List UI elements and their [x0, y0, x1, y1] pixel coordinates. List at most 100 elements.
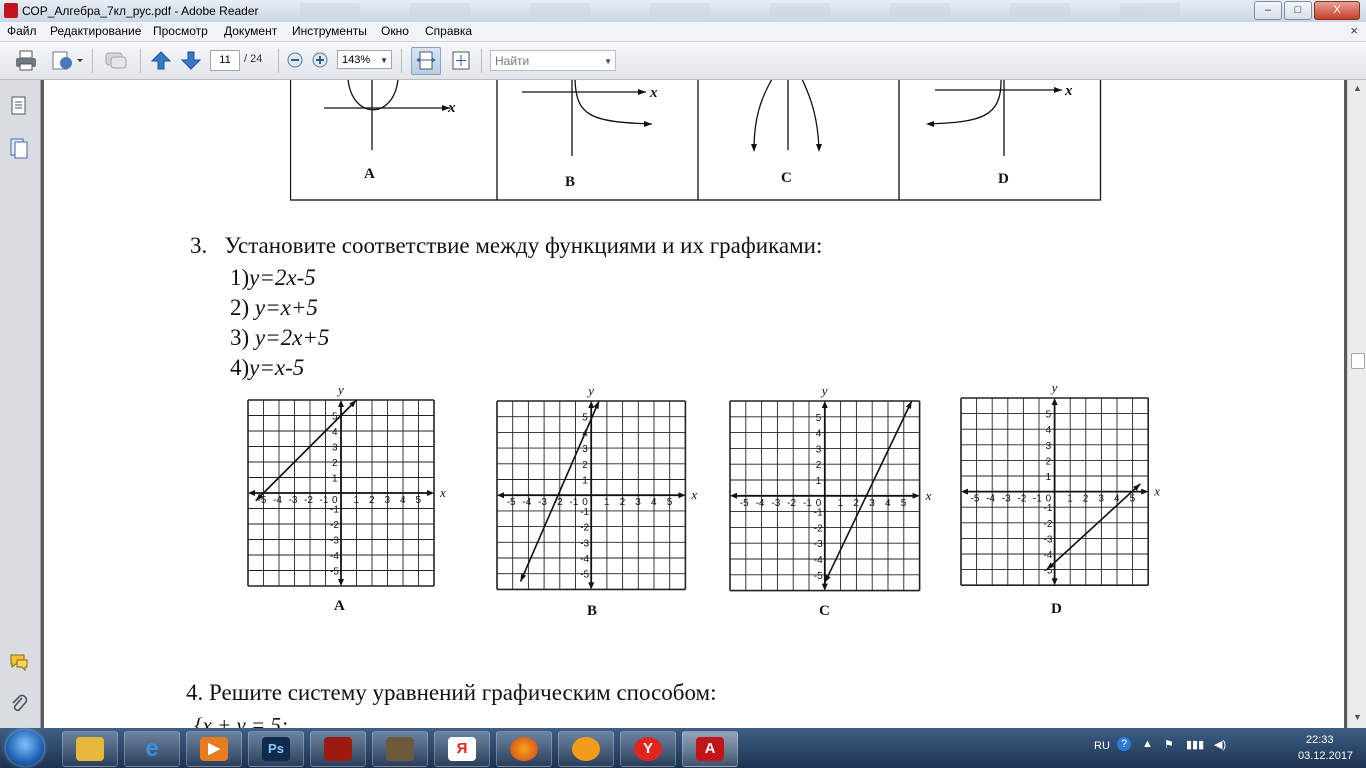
clock-time[interactable]: 22:33: [1306, 734, 1334, 746]
menu-tools[interactable]: Инструменты: [292, 24, 367, 38]
scroll-down-icon[interactable]: ▼: [1353, 712, 1362, 722]
y-tick-label: -3: [580, 538, 589, 549]
x-tick-label: -5: [971, 494, 980, 505]
y-axis-label: y: [586, 383, 594, 398]
function-arrow: [824, 574, 831, 583]
x-tick-label: -1: [803, 498, 812, 509]
x-tick-label: -3: [1002, 494, 1011, 505]
pages-icon[interactable]: [9, 94, 29, 116]
x-tick-label: 1: [1067, 494, 1073, 505]
x-tick-label: -1: [320, 495, 329, 506]
toolbar: 11 / 24 143% ▼ Найти ▼: [0, 42, 1366, 80]
x-tick-label: -1: [1033, 494, 1042, 505]
clock-date[interactable]: 03.12.2017: [1298, 750, 1353, 762]
zoom-in-icon[interactable]: [312, 50, 328, 71]
show-hidden-icons-icon[interactable]: ▲: [1142, 738, 1153, 750]
taskbar-explorer[interactable]: [62, 731, 118, 767]
menu-document[interactable]: Документ: [224, 24, 277, 38]
find-input[interactable]: Найти ▼: [490, 50, 616, 71]
y-tick-label: -5: [580, 570, 589, 581]
task3-graphs: xy1-11-12-22-23-33-34-44-45-55-50 xy1-11-…: [247, 380, 1160, 592]
flag-icon[interactable]: ⚑: [1164, 738, 1174, 751]
y-tick-label: 2: [1046, 456, 1052, 467]
taskbar-adobe-reader[interactable]: A: [682, 731, 738, 767]
system-tray: RU ? ▲ ⚑ ▮▮▮ ◀) 22:33 03.12.2017: [1066, 728, 1366, 768]
paperclip-icon[interactable]: [9, 693, 29, 715]
attachments-pages-icon[interactable]: [9, 137, 29, 159]
x-tick-label: 1: [838, 498, 844, 509]
y-tick-label: -1: [1044, 503, 1053, 514]
y-tick-label: -5: [330, 567, 339, 578]
start-button[interactable]: [6, 730, 44, 766]
vertical-scrollbar[interactable]: ▲ ▼: [1347, 80, 1366, 728]
svg-text:x: x: [1064, 83, 1073, 99]
adobe-reader-icon: A: [696, 737, 724, 761]
y-tick-label: 1: [1046, 472, 1052, 483]
game-icon: [386, 737, 414, 761]
taskbar-game[interactable]: [372, 731, 428, 767]
prev-graph-label-c: C: [781, 170, 792, 186]
taskbar-media[interactable]: ▶: [186, 731, 242, 767]
taskbar-ie[interactable]: e: [124, 731, 180, 767]
help-icon[interactable]: ?: [1117, 737, 1131, 751]
menu-edit[interactable]: Редактирование: [50, 24, 141, 38]
comments-icon[interactable]: [9, 651, 29, 673]
item-number: 2): [230, 295, 255, 320]
x-tick-label: 4: [651, 497, 657, 508]
chevron-down-icon: ▼: [604, 57, 612, 66]
document-close-icon[interactable]: ×: [1350, 23, 1358, 38]
menu-help[interactable]: Справка: [425, 24, 472, 38]
taskbar-fl-studio[interactable]: [558, 731, 614, 767]
menu-file[interactable]: Файл: [7, 24, 37, 38]
close-button[interactable]: X: [1314, 1, 1360, 20]
maximize-button[interactable]: □: [1284, 1, 1312, 20]
x-tick-label: -5: [740, 498, 749, 509]
task4-equation: {x + y = 5;: [194, 713, 288, 728]
prev-graph-label-a: A: [364, 166, 375, 182]
zoom-select[interactable]: 143% ▼: [337, 50, 392, 69]
print-icon[interactable]: [14, 50, 38, 71]
create-pdf-icon[interactable]: [50, 50, 84, 71]
arrow-up-icon[interactable]: [150, 50, 172, 71]
arrow-down-icon[interactable]: [180, 50, 202, 71]
x-axis-label: x: [1153, 484, 1160, 499]
scroll-up-icon[interactable]: ▲: [1353, 83, 1362, 93]
fit-page-icon[interactable]: [450, 50, 472, 71]
adobe-reader-icon: [4, 3, 18, 18]
document-view[interactable]: x x x A B C D 3. Установите соответствие м…: [41, 80, 1347, 728]
y-axis-arrow: [821, 583, 828, 591]
photoshop-icon: Ps: [262, 737, 290, 761]
zoom-value: 143%: [342, 54, 371, 66]
taskbar-yandex-browser[interactable]: Я: [434, 731, 490, 767]
graph-label-b: B: [587, 603, 598, 619]
scrollbar-thumb[interactable]: [1351, 353, 1365, 369]
x-tick-label: 3: [1098, 494, 1104, 505]
media-player-icon: ▶: [200, 737, 228, 761]
volume-icon[interactable]: ◀): [1214, 738, 1226, 751]
taskbar-yandex[interactable]: Y: [620, 731, 676, 767]
x-axis-label: x: [690, 487, 697, 502]
y-tick-label: 4: [332, 427, 338, 438]
menu-view[interactable]: Просмотр: [153, 24, 208, 38]
zoom-out-icon[interactable]: [287, 50, 303, 71]
y-tick-label: 3: [1046, 441, 1052, 452]
minimize-button[interactable]: –: [1254, 1, 1282, 20]
comment-icon[interactable]: [104, 50, 128, 71]
taskbar-firefox[interactable]: [496, 731, 552, 767]
function-arrow: [905, 401, 912, 409]
firefox-icon: [510, 737, 538, 761]
taskbar-app-red[interactable]: [310, 731, 366, 767]
app-icon: [324, 737, 352, 761]
y-tick-label: -1: [330, 505, 339, 516]
equation-text: x + y = 5;: [202, 713, 288, 728]
page-number-input[interactable]: 11: [210, 50, 240, 71]
x-tick-label: -4: [273, 495, 282, 506]
language-indicator[interactable]: RU: [1094, 740, 1110, 752]
taskbar-photoshop[interactable]: Ps: [248, 731, 304, 767]
network-icon[interactable]: ▮▮▮: [1186, 738, 1204, 751]
x-tick-label: -4: [756, 498, 765, 509]
fit-width-button[interactable]: [411, 47, 441, 75]
yandex-y-icon: Y: [634, 737, 662, 761]
graph-c: x y 1 -1 1 -1 2 -2 2 -2 3 -3 3 -3 4 -4 4 -4 5 -5 5 -5 0: [729, 383, 932, 592]
menu-window[interactable]: Окно: [381, 24, 409, 38]
